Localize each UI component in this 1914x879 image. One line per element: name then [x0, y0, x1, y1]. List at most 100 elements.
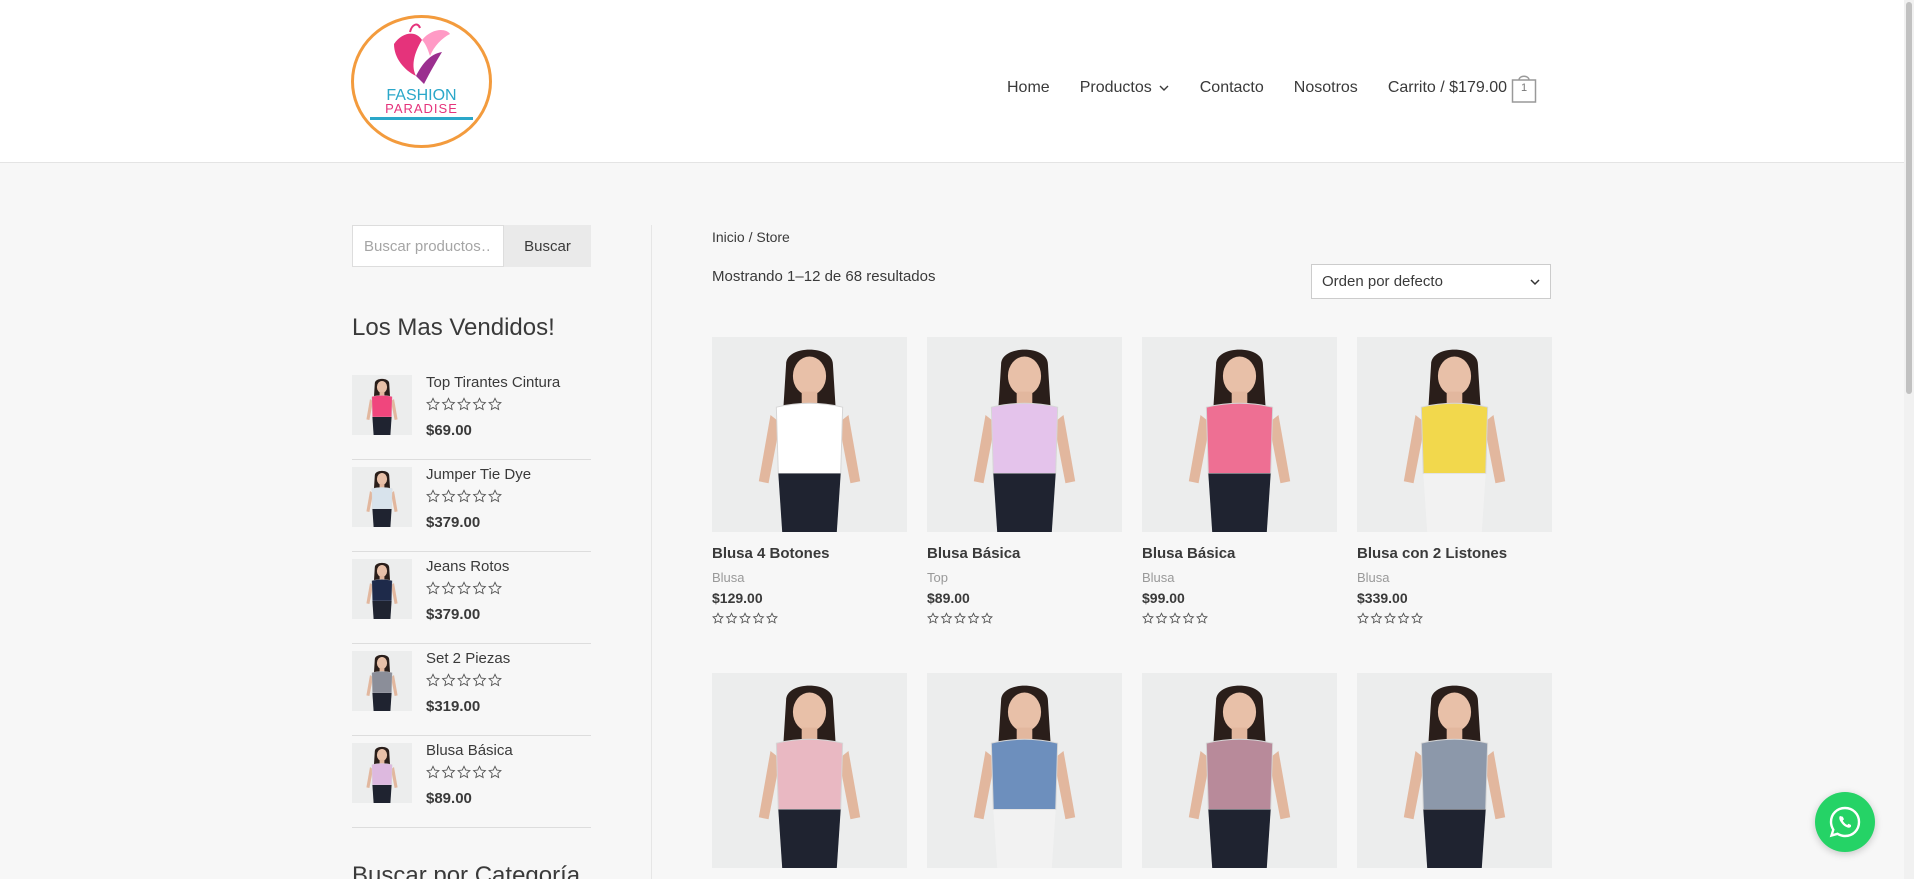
product-title[interactable]: Blusa con 2 Listones: [1357, 545, 1552, 562]
product-category[interactable]: Blusa: [1142, 570, 1337, 585]
star-empty-icon: [1411, 612, 1423, 624]
star-empty-icon: [954, 612, 966, 624]
result-count: Mostrando 1–12 de 68 resultados: [712, 268, 936, 285]
star-empty-icon: [472, 581, 487, 595]
whatsapp-chat-button[interactable]: [1815, 792, 1875, 852]
page-scrollbar[interactable]: [1904, 0, 1914, 879]
star-empty-icon: [927, 612, 939, 624]
star-empty-icon: [457, 489, 471, 503]
nav-about[interactable]: Nosotros: [1294, 79, 1358, 97]
product-image[interactable]: [1357, 337, 1552, 532]
nav-cart[interactable]: Carrito / $179.00 1: [1388, 72, 1537, 104]
star-empty-icon: [488, 581, 502, 595]
product-card: [712, 673, 907, 868]
product-image[interactable]: [1357, 673, 1552, 868]
product-search-form: Buscar: [352, 225, 591, 267]
product-card: Blusa 4 Botones Blusa $129.00: [712, 337, 907, 629]
star-empty-icon: [426, 397, 440, 411]
star-empty-icon: [472, 397, 487, 411]
star-rating-icon: [712, 612, 778, 624]
product-category[interactable]: Blusa: [712, 570, 907, 585]
cart-total: Carrito / $179.00: [1387, 79, 1507, 96]
product-image[interactable]: [927, 673, 1122, 868]
bestseller-thumbnail[interactable]: [352, 743, 412, 803]
star-empty-icon: [940, 612, 953, 624]
star-empty-icon: [441, 489, 456, 503]
product-category[interactable]: Blusa: [1357, 570, 1552, 585]
bestseller-name[interactable]: Jumper Tie Dye: [426, 466, 531, 483]
whatsapp-icon: [1829, 806, 1861, 838]
product-image[interactable]: [712, 673, 907, 868]
product-card: [1142, 673, 1337, 868]
bestsellers-title: Los Mas Vendidos!: [352, 314, 555, 341]
nav-contact[interactable]: Contacto: [1200, 79, 1264, 97]
star-empty-icon: [426, 673, 440, 687]
star-empty-icon: [488, 397, 502, 411]
star-empty-icon: [472, 765, 487, 779]
star-empty-icon: [739, 612, 751, 624]
scrollbar-thumb[interactable]: [1906, 2, 1912, 394]
star-rating-icon: [1142, 612, 1208, 624]
bestseller-item[interactable]: Jeans Rotos $379.00: [352, 552, 591, 644]
star-empty-icon: [457, 765, 471, 779]
search-button[interactable]: Buscar: [504, 225, 591, 267]
bestseller-name[interactable]: Blusa Básica: [426, 742, 513, 759]
star-empty-icon: [725, 612, 738, 624]
nav-home[interactable]: Home: [1007, 79, 1050, 97]
star-empty-icon: [426, 489, 440, 503]
orderby-value: Orden por defecto: [1322, 273, 1443, 290]
star-empty-icon: [712, 612, 724, 624]
star-empty-icon: [441, 397, 456, 411]
star-empty-icon: [981, 612, 993, 624]
fashion-paradise-logo[interactable]: FASHION PARADISE: [350, 14, 493, 149]
star-empty-icon: [752, 612, 765, 624]
product-price: $99.00: [1142, 590, 1185, 606]
star-empty-icon: [1196, 612, 1208, 624]
product-image[interactable]: [1142, 673, 1337, 868]
bestseller-price: $379.00: [426, 514, 481, 531]
product-image[interactable]: [927, 337, 1122, 532]
bestseller-item[interactable]: Jumper Tie Dye $379.00: [352, 460, 591, 552]
bestseller-name[interactable]: Set 2 Piezas: [426, 650, 510, 667]
product-image[interactable]: [712, 337, 907, 532]
cart-bag-icon: 1: [1511, 72, 1537, 104]
bestseller-thumbnail[interactable]: [352, 375, 412, 435]
bestseller-item[interactable]: Blusa Básica $89.00: [352, 736, 591, 828]
chevron-down-icon: [1530, 278, 1540, 285]
product-card: Blusa con 2 Listones Blusa $339.00: [1357, 337, 1552, 629]
orderby-select[interactable]: Orden por defecto: [1311, 264, 1551, 299]
star-empty-icon: [441, 581, 456, 595]
star-rating-icon: [1357, 612, 1423, 624]
bestseller-rating: [426, 765, 502, 784]
star-empty-icon: [1397, 612, 1410, 624]
bestseller-thumbnail[interactable]: [352, 651, 412, 711]
product-image[interactable]: [1142, 337, 1337, 532]
star-empty-icon: [472, 673, 487, 687]
bestseller-name[interactable]: Jeans Rotos: [426, 558, 509, 575]
product-price: $89.00: [927, 590, 970, 606]
star-empty-icon: [1142, 612, 1154, 624]
star-empty-icon: [967, 612, 980, 624]
breadcrumb[interactable]: Inicio / Store: [712, 229, 790, 245]
product-price: $129.00: [712, 590, 763, 606]
bestseller-price: $319.00: [426, 698, 481, 715]
star-rating-icon: [426, 397, 502, 411]
cart-count-badge: 1: [1520, 82, 1528, 94]
nav-products[interactable]: Productos: [1080, 79, 1170, 97]
bestseller-item[interactable]: Top Tirantes Cintura $69.00: [352, 368, 591, 460]
star-empty-icon: [1182, 612, 1195, 624]
product-title[interactable]: Blusa Básica: [1142, 545, 1337, 562]
categories-title: Buscar por Categoría: [352, 862, 581, 879]
main-nav: Home Productos Contacto Nosotros Carrito…: [1007, 72, 1537, 104]
bestseller-price: $379.00: [426, 606, 481, 623]
star-empty-icon: [457, 673, 471, 687]
bestseller-name[interactable]: Top Tirantes Cintura: [426, 374, 560, 391]
bestseller-thumbnail[interactable]: [352, 467, 412, 527]
product-title[interactable]: Blusa Básica: [927, 545, 1122, 562]
bestseller-item[interactable]: Set 2 Piezas $319.00: [352, 644, 591, 736]
product-category[interactable]: Top: [927, 570, 1122, 585]
bestseller-thumbnail[interactable]: [352, 559, 412, 619]
product-search-input[interactable]: [352, 225, 504, 267]
product-title[interactable]: Blusa 4 Botones: [712, 545, 907, 562]
site-header: FASHION PARADISE Home Productos Contacto…: [0, 0, 1904, 163]
